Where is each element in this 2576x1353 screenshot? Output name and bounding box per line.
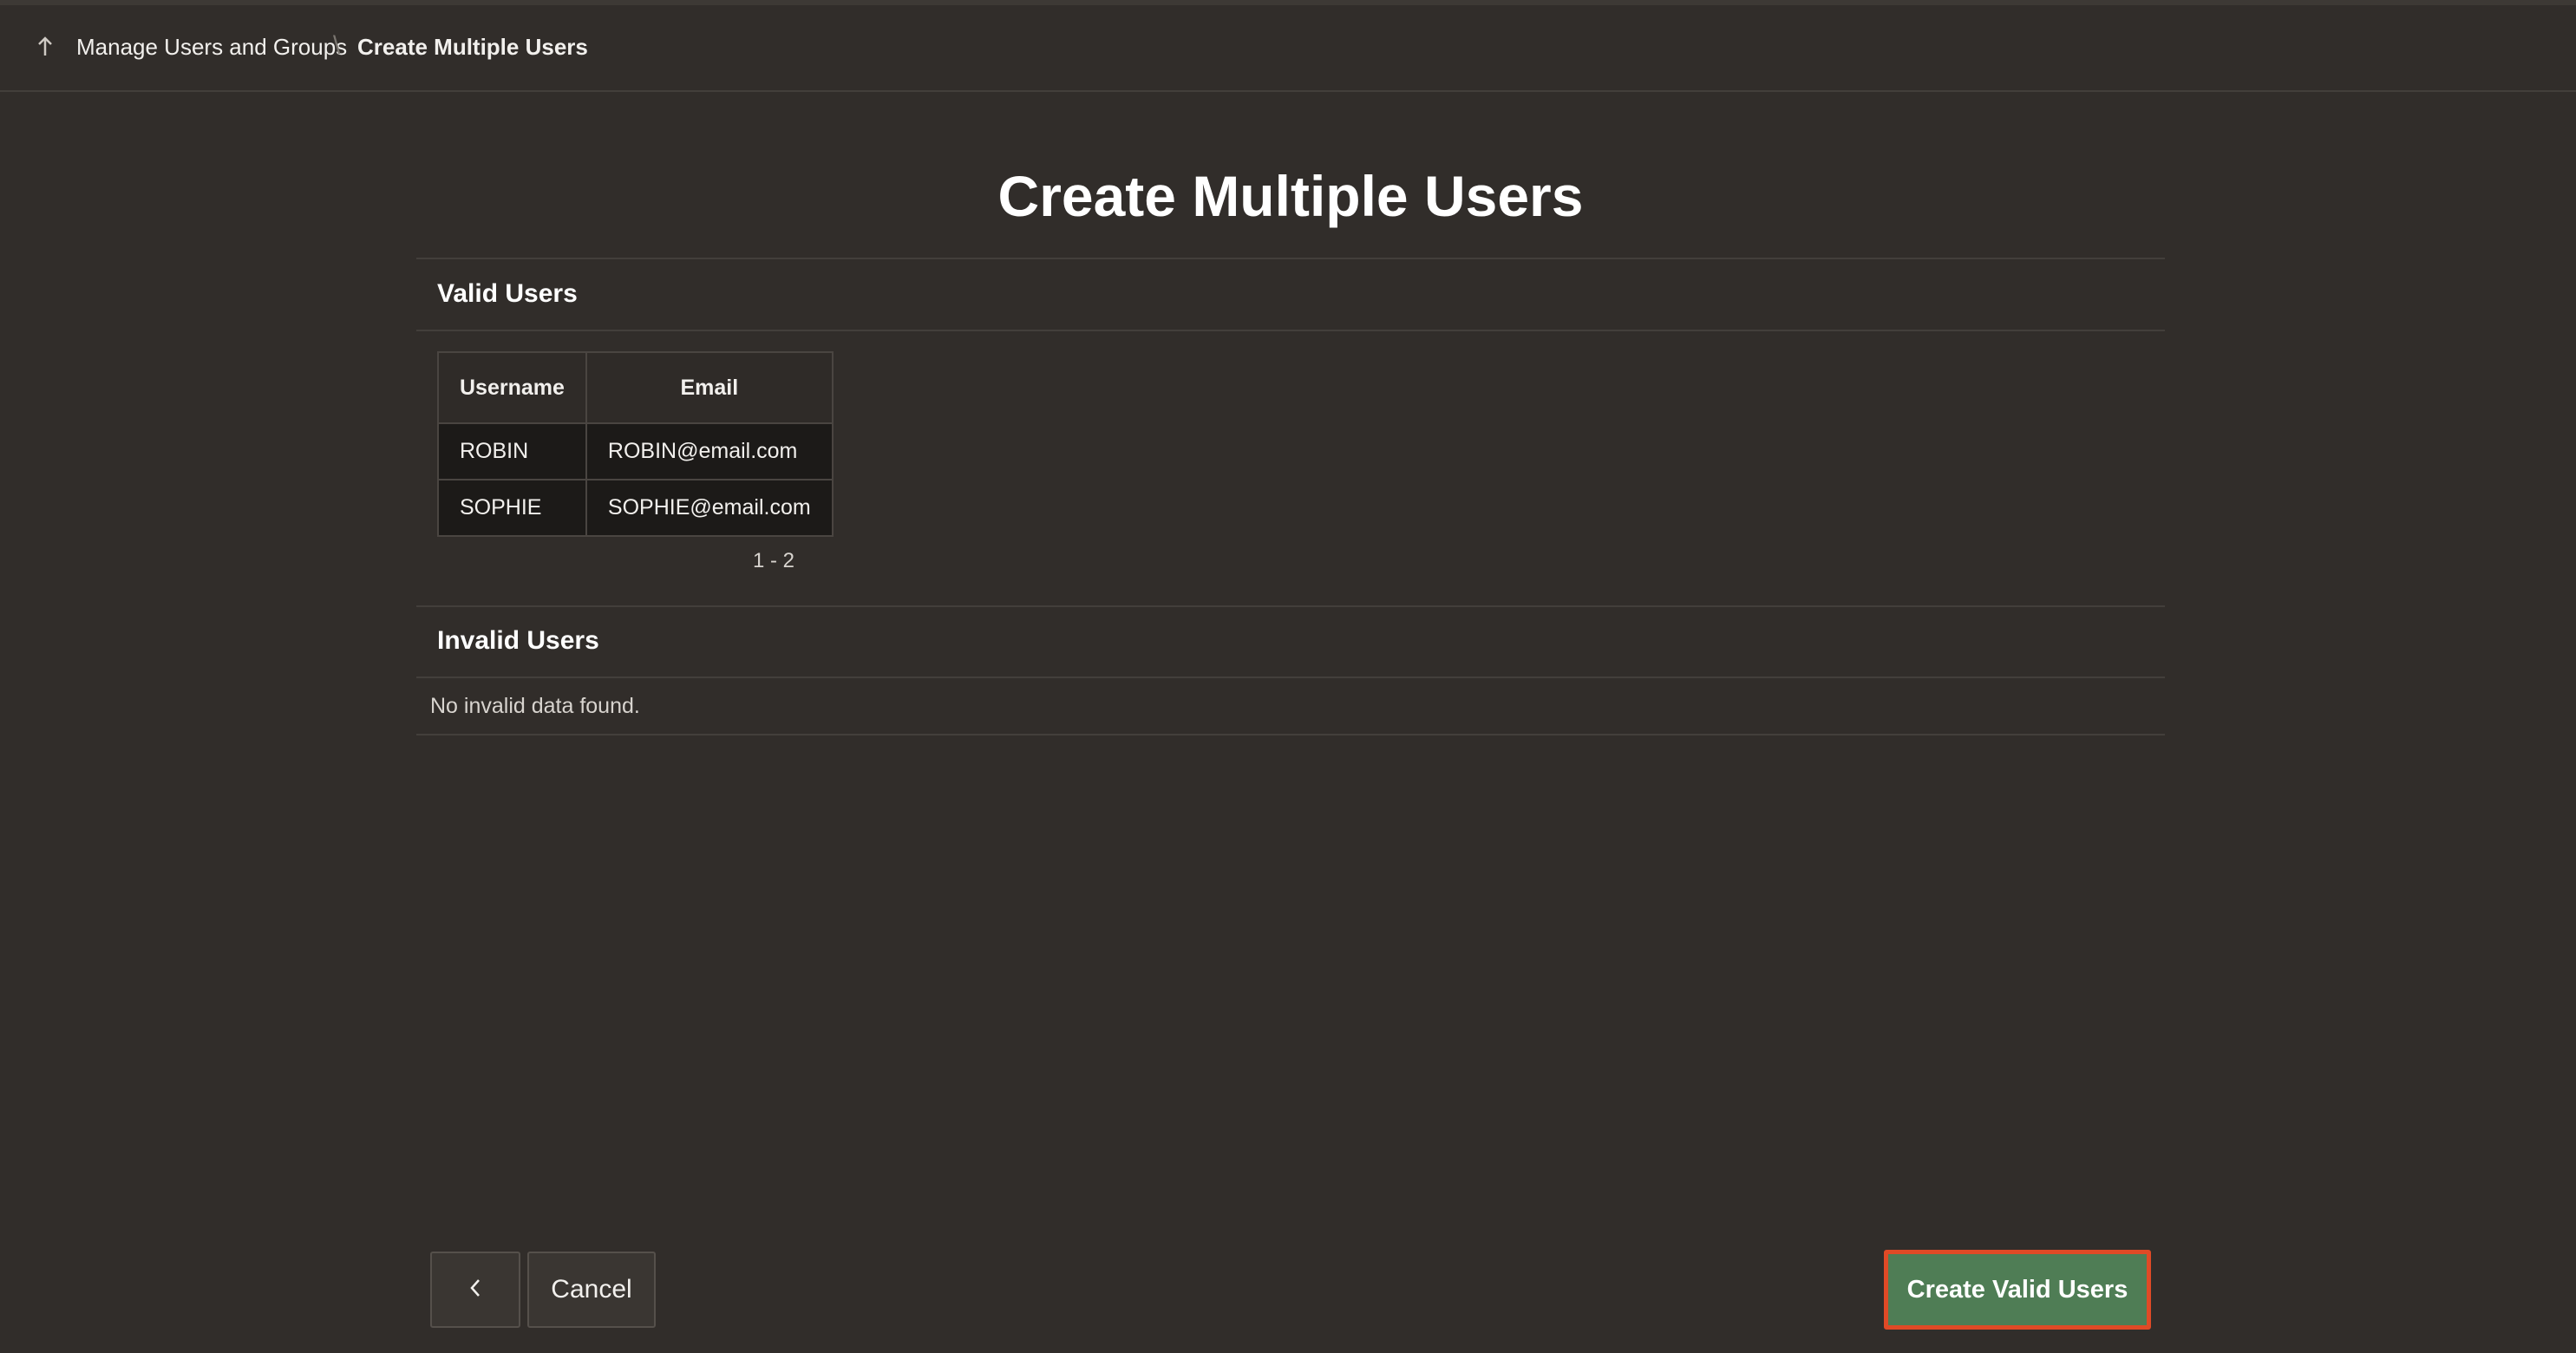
- table-row: SOPHIE SOPHIE@email.com: [437, 479, 834, 537]
- valid-users-table: Username Email ROBIN ROBIN@email.com SOP…: [437, 351, 834, 537]
- breadcrumb-separator: \: [333, 31, 341, 60]
- arrow-up-icon[interactable]: [33, 35, 57, 59]
- pagination-info: 1 - 2: [752, 549, 794, 572]
- back-button[interactable]: [430, 1252, 520, 1328]
- invalid-users-title: Invalid Users: [437, 626, 599, 655]
- breadcrumb-link-manage-users[interactable]: Manage Users and Groups: [76, 34, 347, 61]
- cell-username: SOPHIE: [437, 479, 587, 537]
- divider: [416, 330, 2165, 331]
- chevron-left-icon: [465, 1275, 486, 1305]
- cell-email: ROBIN@email.com: [585, 422, 834, 480]
- create-valid-users-button[interactable]: Create Valid Users: [1884, 1250, 2151, 1330]
- divider: [416, 605, 2165, 607]
- column-header-username[interactable]: Username: [437, 351, 587, 424]
- table-header-row: Username Email: [437, 351, 834, 424]
- cancel-button[interactable]: Cancel: [527, 1252, 656, 1328]
- cell-email: SOPHIE@email.com: [585, 479, 834, 537]
- no-data-message: No invalid data found.: [430, 694, 640, 718]
- column-header-email[interactable]: Email: [585, 351, 834, 424]
- breadcrumb-current: Create Multiple Users: [357, 34, 588, 60]
- divider: [416, 258, 2165, 259]
- breadcrumb: Manage Users and Groups \ Create Multipl…: [0, 5, 2576, 92]
- cell-username: ROBIN: [437, 422, 587, 480]
- valid-users-title: Valid Users: [437, 279, 578, 308]
- divider: [416, 676, 2165, 678]
- table-row: ROBIN ROBIN@email.com: [437, 422, 834, 480]
- divider: [416, 734, 2165, 735]
- page-title: Create Multiple Users: [997, 164, 1584, 228]
